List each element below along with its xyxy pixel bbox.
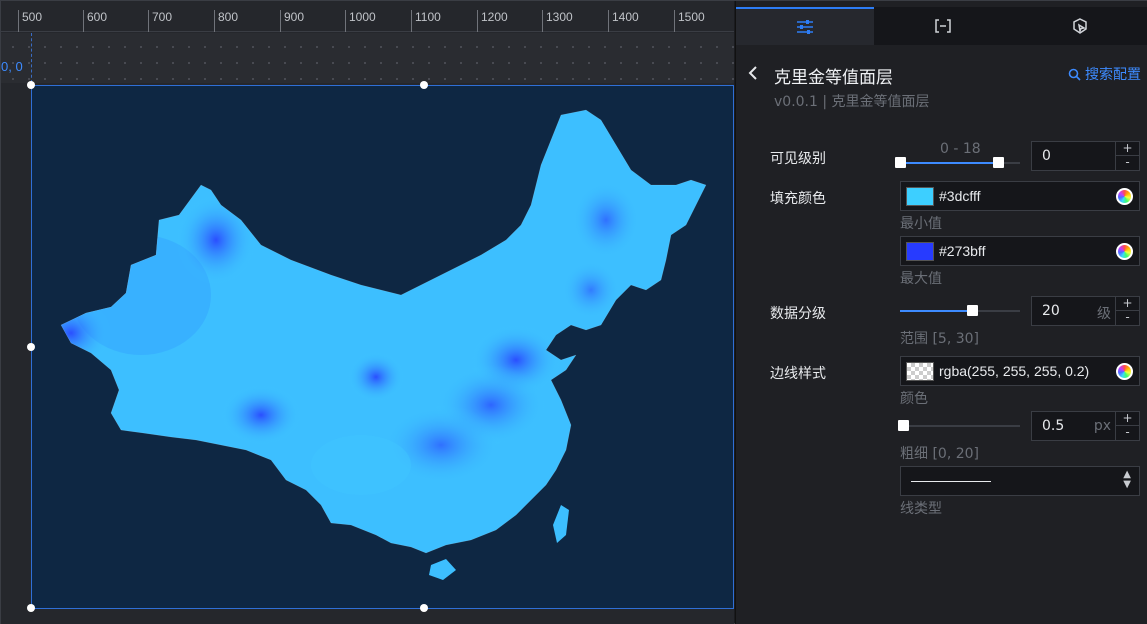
panel-header: 克里金等值面层 搜索配置 v0.0.1 | 克里金等值面层 bbox=[736, 55, 1147, 115]
guide-strip bbox=[1, 33, 734, 83]
slider-knob[interactable] bbox=[967, 305, 978, 316]
border-width-unit: px bbox=[1093, 418, 1111, 434]
border-color-swatch[interactable] bbox=[906, 362, 934, 381]
pointer-icon bbox=[1073, 18, 1087, 34]
border-width-value: 0.5 bbox=[1042, 418, 1065, 434]
app-window: 500 600 700 800 900 1000 1100 1200 1300 … bbox=[0, 0, 1147, 624]
slider-fill bbox=[900, 310, 972, 312]
guide-line[interactable] bbox=[31, 33, 32, 83]
decrement-button[interactable]: - bbox=[1116, 426, 1139, 440]
resize-handle-bottom[interactable] bbox=[420, 604, 428, 612]
resize-handle-top-left[interactable] bbox=[27, 81, 35, 89]
data-levels-unit: 级 bbox=[1097, 306, 1111, 322]
solid-line-preview bbox=[911, 481, 991, 482]
data-levels-label: 数据分级 bbox=[770, 306, 826, 322]
increment-button[interactable]: + bbox=[1116, 142, 1139, 156]
min-color-picker[interactable]: #3dcfff bbox=[900, 181, 1140, 211]
hainan-island bbox=[429, 559, 456, 580]
increment-button[interactable]: + bbox=[1116, 297, 1139, 311]
max-color-caption: 最大值 bbox=[900, 271, 942, 287]
visible-level-range-text: 0 - 18 bbox=[940, 141, 981, 157]
taiwan-island bbox=[553, 505, 569, 543]
ruler-tick: 1300 bbox=[542, 10, 573, 32]
kriging-contour-map[interactable] bbox=[31, 85, 734, 609]
search-config-label: 搜索配置 bbox=[1085, 67, 1141, 83]
ruler-tick: 1400 bbox=[608, 10, 639, 32]
ruler-tick: 1200 bbox=[477, 10, 508, 32]
sliders-icon bbox=[796, 20, 813, 34]
tab-style[interactable] bbox=[736, 7, 874, 45]
panel-tabs bbox=[736, 7, 1147, 45]
slider-track bbox=[900, 425, 1020, 427]
border-color-caption: 颜色 bbox=[900, 391, 928, 407]
search-config-link[interactable]: 搜索配置 bbox=[1068, 64, 1141, 84]
line-type-select[interactable]: ▲ ▼ bbox=[900, 466, 1140, 496]
resize-handle-left[interactable] bbox=[27, 343, 35, 351]
slider-knob-low[interactable] bbox=[895, 157, 906, 168]
slider-knob[interactable] bbox=[898, 420, 909, 431]
ruler-tick: 700 bbox=[148, 10, 172, 32]
ruler-tick: 500 bbox=[18, 10, 42, 32]
slider-knob-high[interactable] bbox=[993, 157, 1004, 168]
data-levels-input[interactable]: 20 级 + - bbox=[1031, 296, 1140, 326]
editor-canvas[interactable]: 500 600 700 800 900 1000 1100 1200 1300 … bbox=[1, 1, 734, 624]
max-color-picker[interactable]: #273bff bbox=[900, 236, 1140, 266]
map-fill-group bbox=[61, 110, 706, 553]
max-color-value: #273bff bbox=[939, 243, 986, 259]
min-color-caption: 最小值 bbox=[900, 216, 942, 232]
border-style-label: 边线样式 bbox=[770, 366, 826, 382]
ruler-tick: 600 bbox=[83, 10, 107, 32]
data-levels-stepper[interactable]: + - bbox=[1115, 297, 1139, 325]
decrement-button[interactable]: - bbox=[1116, 156, 1139, 170]
visible-level-label: 可见级别 bbox=[770, 151, 826, 167]
config-panel: 克里金等值面层 搜索配置 v0.0.1 | 克里金等值面层 可见级别 0 - 1… bbox=[735, 1, 1147, 624]
component-version: v0.0.1 | 克里金等值面层 bbox=[774, 94, 930, 110]
ruler-tick: 800 bbox=[214, 10, 238, 32]
slider-fill bbox=[900, 162, 998, 164]
line-type-caption: 线类型 bbox=[900, 501, 942, 517]
data-levels-value: 20 bbox=[1042, 303, 1060, 319]
ruler-tick: 900 bbox=[280, 10, 304, 32]
color-wheel-icon[interactable] bbox=[1116, 243, 1133, 260]
increment-button[interactable]: + bbox=[1116, 412, 1139, 426]
bracket-icon bbox=[934, 19, 951, 33]
ruler-tick: 1000 bbox=[345, 10, 376, 32]
border-color-value: rgba(255, 255, 255, 0.2) bbox=[939, 363, 1090, 379]
back-arrow-icon[interactable] bbox=[748, 65, 760, 80]
border-width-caption: 粗细 [0, 20] bbox=[900, 446, 979, 462]
border-color-picker[interactable]: rgba(255, 255, 255, 0.2) bbox=[900, 356, 1140, 386]
color-wheel-icon[interactable] bbox=[1116, 188, 1133, 205]
visible-level-input[interactable]: 0 + - bbox=[1031, 141, 1140, 171]
visible-level-value: 0 bbox=[1042, 148, 1051, 164]
ruler-tick: 1100 bbox=[411, 10, 441, 32]
color-wheel-icon[interactable] bbox=[1116, 363, 1133, 380]
min-color-swatch[interactable] bbox=[906, 187, 934, 206]
tab-interaction[interactable] bbox=[1011, 7, 1147, 45]
horizontal-ruler[interactable]: 500 600 700 800 900 1000 1100 1200 1300 … bbox=[1, 1, 734, 32]
max-color-swatch[interactable] bbox=[906, 242, 934, 261]
decrement-button[interactable]: - bbox=[1116, 311, 1139, 325]
border-width-stepper[interactable]: + - bbox=[1115, 412, 1139, 440]
visible-level-stepper[interactable]: + - bbox=[1115, 142, 1139, 170]
border-width-input[interactable]: 0.5 px + - bbox=[1031, 411, 1140, 441]
data-levels-range: 范围 [5, 30] bbox=[900, 331, 979, 347]
search-icon bbox=[1068, 68, 1081, 81]
ruler-tick: 1500 bbox=[674, 10, 705, 32]
min-color-value: #3dcfff bbox=[939, 188, 981, 204]
component-title: 克里金等值面层 bbox=[774, 68, 893, 87]
fill-color-label: 填充颜色 bbox=[770, 191, 826, 207]
resize-handle-top[interactable] bbox=[420, 81, 428, 89]
coordinate-label: 0, 0 bbox=[1, 59, 23, 74]
select-arrows-icon: ▲ ▼ bbox=[1123, 469, 1131, 490]
resize-handle-bottom-left[interactable] bbox=[27, 604, 35, 612]
tab-data[interactable] bbox=[874, 7, 1012, 45]
